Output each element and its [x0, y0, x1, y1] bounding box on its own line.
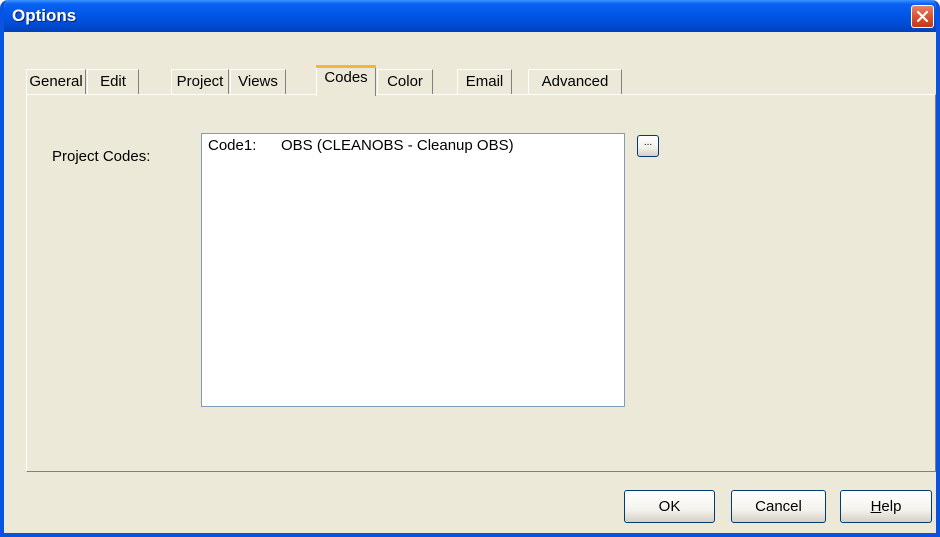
project-codes-list[interactable]: Code1: OBS (CLEANOBS - Cleanup OBS) [201, 133, 625, 407]
code-value: OBS (CLEANOBS - Cleanup OBS) [281, 137, 514, 154]
tab-advanced[interactable]: Advanced [528, 69, 622, 95]
codes-tab-panel: Project Codes: Code1: OBS (CLEANOBS - Cle… [26, 94, 936, 472]
ok-button[interactable]: OK [624, 490, 715, 523]
title-bar[interactable]: Options [4, 0, 936, 32]
project-codes-label: Project Codes: [52, 148, 151, 165]
help-label: elp [881, 498, 902, 515]
help-mnemonic: H [870, 498, 882, 515]
tab-color[interactable]: Color [377, 69, 433, 95]
tab-views[interactable]: Views [230, 69, 286, 95]
browse-codes-button[interactable]: ... [637, 135, 659, 157]
close-x-icon [916, 10, 929, 23]
code-key: Code1: [208, 137, 257, 154]
help-button[interactable]: Help [840, 490, 932, 523]
tab-codes[interactable]: Codes [316, 65, 376, 96]
tab-project[interactable]: Project [171, 69, 229, 95]
close-button[interactable] [911, 5, 934, 28]
list-item[interactable]: Code1: OBS (CLEANOBS - Cleanup OBS) [208, 137, 618, 154]
dialog-title: Options [12, 6, 77, 25]
cancel-button[interactable]: Cancel [731, 490, 826, 523]
tab-edit[interactable]: Edit [87, 69, 139, 95]
tab-general[interactable]: General [26, 69, 86, 95]
options-dialog: Options General Edit Project Views Codes… [0, 0, 940, 537]
tab-email[interactable]: Email [457, 69, 512, 95]
